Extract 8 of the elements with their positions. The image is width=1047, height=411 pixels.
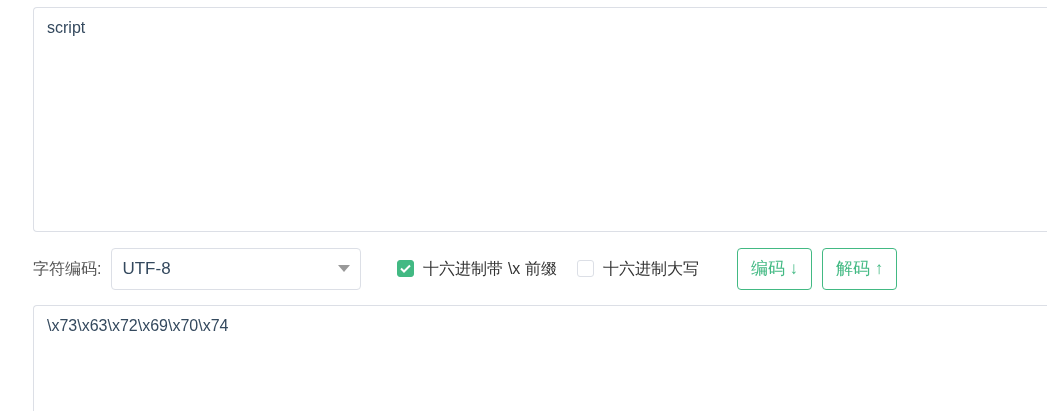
checkbox[interactable]	[397, 260, 415, 277]
charset-select[interactable]: UTF-8	[111, 247, 362, 290]
checkbox-label: 十六进制带 \x 前缀	[423, 258, 557, 279]
charset-label: 字符编码:	[33, 258, 102, 279]
output-text-area[interactable]: \x73\x63\x72\x69\x70\x74	[33, 305, 1047, 411]
input-text-area[interactable]: script	[33, 7, 1047, 232]
checkbox-label: 十六进制大写	[602, 258, 699, 279]
check-icon	[400, 264, 412, 273]
